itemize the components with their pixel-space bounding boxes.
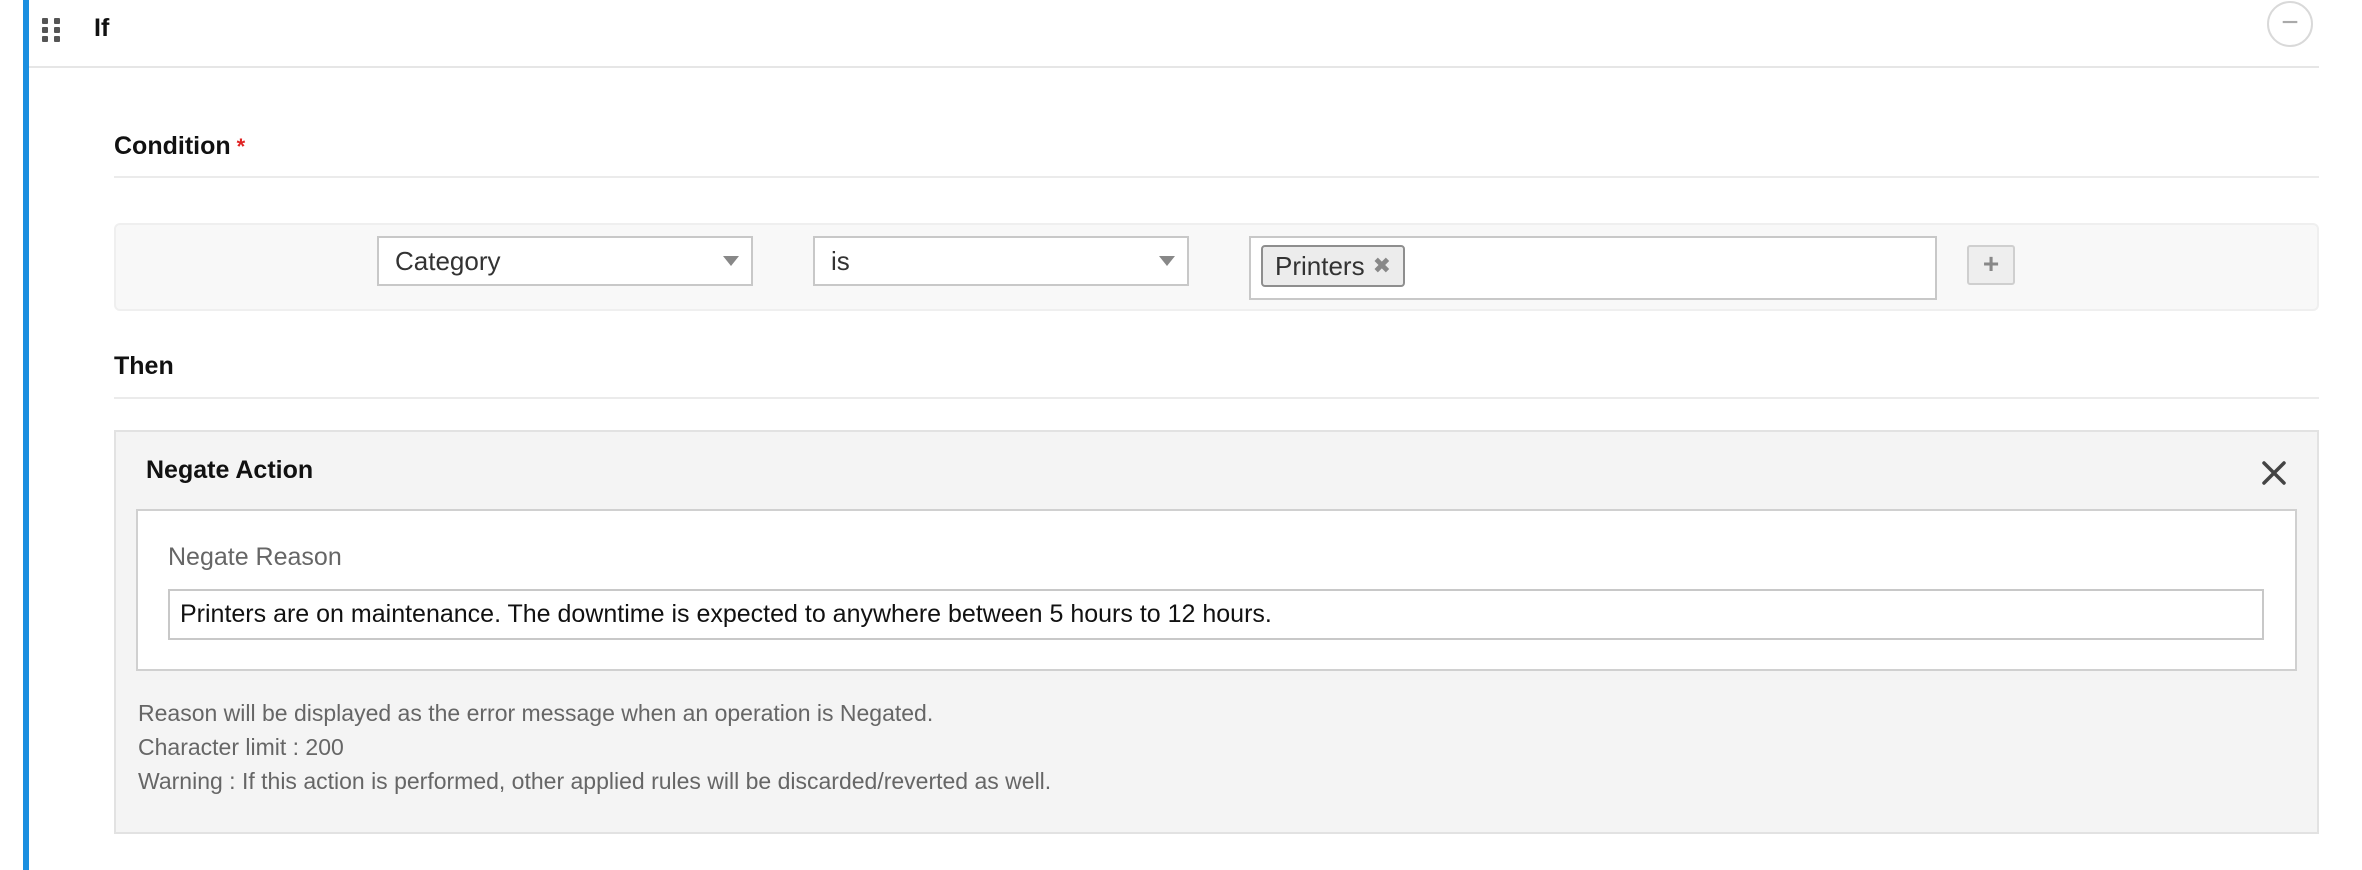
help-line-warning: Warning : If this action is performed, o…: [138, 768, 1052, 794]
help-text: Reason will be displayed as the error me…: [138, 696, 1051, 798]
plus-icon: +: [1982, 248, 2000, 279]
collapse-button[interactable]: −: [2267, 1, 2313, 47]
action-title: Negate Action: [146, 456, 314, 484]
rule-header: If −: [29, 0, 2319, 68]
condition-field-select[interactable]: Category: [377, 236, 753, 286]
condition-operator-select[interactable]: is: [813, 236, 1189, 286]
negate-action-card: Negate Action Negate Reason Reason will …: [114, 430, 2319, 834]
rule-title: If: [94, 14, 110, 42]
condition-value-input[interactable]: Printers ✖: [1249, 236, 1937, 300]
condition-section-title: Condition *: [114, 132, 2319, 178]
add-condition-button[interactable]: +: [1967, 245, 2015, 285]
tag-remove-icon[interactable]: ✖: [1373, 247, 1391, 285]
then-section-title: Then: [114, 352, 2319, 399]
remove-action-button[interactable]: [2257, 456, 2291, 490]
help-line-display: Reason will be displayed as the error me…: [138, 700, 934, 726]
negate-reason-box: Negate Reason: [136, 509, 2297, 671]
condition-field-value: Category: [395, 246, 501, 276]
caret-down-icon: [723, 256, 739, 266]
caret-down-icon: [1159, 256, 1175, 266]
then-title-text: Then: [114, 352, 174, 380]
condition-operator-value: is: [831, 246, 850, 276]
negate-reason-label: Negate Reason: [168, 543, 342, 571]
close-icon: [2262, 461, 2286, 485]
drag-handle-icon[interactable]: [42, 18, 60, 42]
required-marker: *: [236, 134, 246, 159]
condition-title-text: Condition: [114, 132, 231, 160]
negate-reason-input[interactable]: [168, 589, 2264, 640]
rule-accent-bar: [23, 0, 29, 870]
minus-icon: −: [2281, 6, 2299, 39]
value-tag: Printers ✖: [1261, 245, 1406, 287]
condition-row: Category is Printers ✖ +: [114, 223, 2319, 311]
help-line-limit: Character limit : 200: [138, 734, 344, 760]
value-tag-label: Printers: [1275, 251, 1365, 281]
